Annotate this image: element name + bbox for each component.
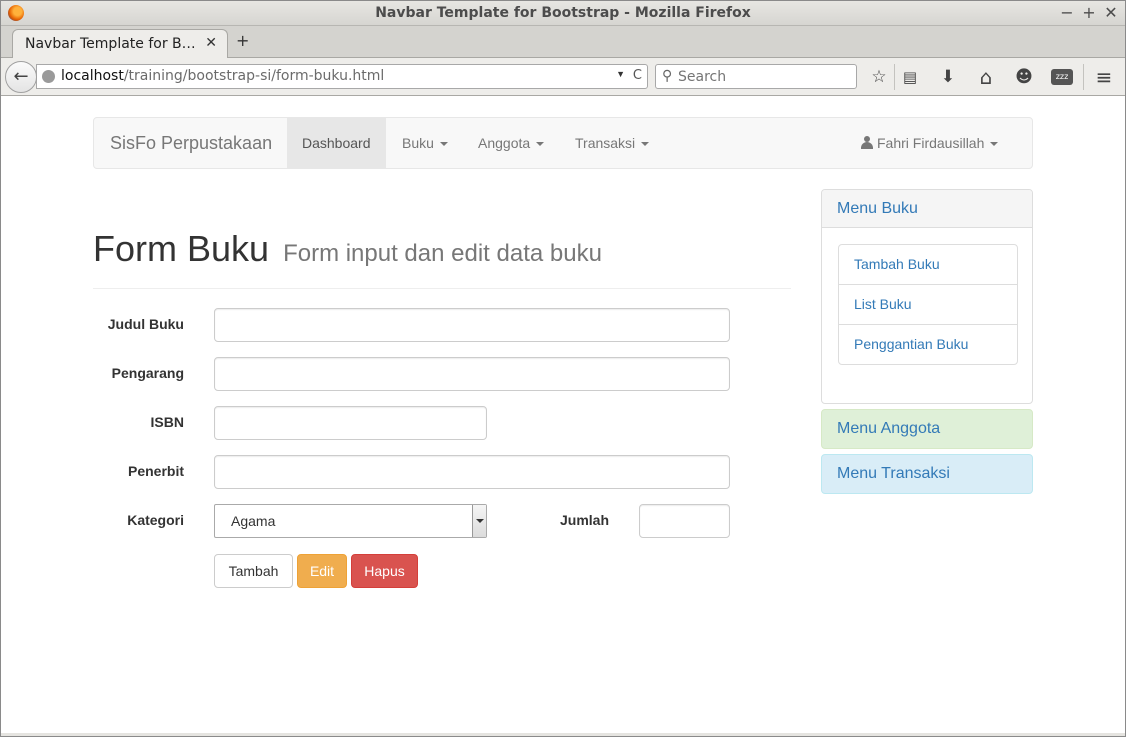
tab-close-icon[interactable]: ✕ xyxy=(205,35,217,51)
kategori-select[interactable]: Agama xyxy=(214,504,487,538)
search-input[interactable] xyxy=(678,67,848,86)
kategori-selected-value: Agama xyxy=(231,513,276,529)
window-bottom-strip xyxy=(0,733,1126,737)
nav-label: Dashboard xyxy=(302,135,371,151)
page-title-text: Form Buku xyxy=(93,228,270,269)
menu-anggota-panel: Menu Anggota xyxy=(821,409,1033,449)
globe-icon xyxy=(42,70,55,83)
close-window-button[interactable]: ✕ xyxy=(1103,3,1119,22)
menu-icon[interactable]: ≡ xyxy=(1093,66,1115,88)
sleep-icon[interactable]: zzz xyxy=(1051,69,1073,85)
hapus-button[interactable]: Hapus xyxy=(351,554,418,588)
bookmark-star-icon[interactable]: ☆ xyxy=(868,66,890,88)
jumlah-label: Jumlah xyxy=(559,512,609,528)
maximize-button[interactable]: + xyxy=(1081,3,1097,22)
menu-buku-list: Tambah Buku List Buku Penggantian Buku xyxy=(838,244,1018,365)
url-text[interactable]: localhost/training/bootstrap-si/form-buk… xyxy=(61,68,384,84)
menu-buku-heading[interactable]: Menu Buku xyxy=(822,190,1032,228)
page-header: Form Buku Form input dan edit data buku xyxy=(93,225,791,289)
url-bar[interactable]: localhost/training/bootstrap-si/form-buk… xyxy=(36,64,648,89)
url-host: localhost xyxy=(61,68,124,84)
nav-item-dashboard[interactable]: Dashboard xyxy=(287,118,386,168)
tambah-button[interactable]: Tambah xyxy=(214,554,293,588)
menu-transaksi-heading[interactable]: Menu Transaksi xyxy=(822,455,1032,493)
menu-anggota-heading[interactable]: Menu Anggota xyxy=(822,410,1032,448)
jumlah-input[interactable] xyxy=(639,504,730,538)
edit-button[interactable]: Edit xyxy=(297,554,347,588)
nav-label: Anggota xyxy=(478,135,531,151)
page-subtitle: Form input dan edit data buku xyxy=(283,240,602,267)
user-menu[interactable]: Fahri Firdausillah xyxy=(846,118,1013,168)
nav-item-buku[interactable]: Buku xyxy=(387,118,463,168)
minimize-button[interactable]: − xyxy=(1059,3,1075,22)
kategori-label: Kategori xyxy=(127,512,184,528)
penerbit-input[interactable] xyxy=(214,455,730,489)
user-icon xyxy=(861,136,873,149)
toolbar-separator xyxy=(894,64,895,90)
browser-toolbar: localhost/training/bootstrap-si/form-buk… xyxy=(0,58,1126,96)
page-viewport: SisFo Perpustakaan Dashboard Buku Anggot… xyxy=(1,97,1125,733)
penerbit-label: Penerbit xyxy=(127,463,184,479)
toolbar-separator xyxy=(1083,64,1084,90)
chat-icon[interactable]: ☻ xyxy=(1013,66,1035,88)
user-name: Fahri Firdausillah xyxy=(877,135,985,151)
list-item-penggantian-buku[interactable]: Penggantian Buku xyxy=(838,324,1018,365)
menu-transaksi-panel: Menu Transaksi xyxy=(821,454,1033,494)
list-item-tambah-buku[interactable]: Tambah Buku xyxy=(838,244,1018,285)
nav-item-transaksi[interactable]: Transaksi xyxy=(560,118,664,168)
nav-label: Transaksi xyxy=(575,135,636,151)
search-icon: ⚲ xyxy=(662,68,673,84)
caret-down-icon xyxy=(536,142,545,147)
tab-strip: Navbar Template for B… ✕ xyxy=(0,26,1126,59)
isbn-input[interactable] xyxy=(214,406,487,440)
caret-down-icon xyxy=(641,142,650,147)
judul-buku-label: Judul Buku xyxy=(107,316,184,332)
reading-list-icon[interactable]: ▤ xyxy=(899,66,921,88)
page-title: Form Buku Form input dan edit data buku xyxy=(93,225,791,278)
nav-item-anggota[interactable]: Anggota xyxy=(463,118,559,168)
new-tab-button[interactable]: + xyxy=(236,31,249,50)
url-dropdown-icon[interactable]: ▼ xyxy=(616,69,625,79)
nav-label: Buku xyxy=(402,135,434,151)
menu-buku-panel: Menu Buku Tambah Buku List Buku Penggant… xyxy=(821,189,1033,404)
judul-buku-input[interactable] xyxy=(214,308,730,342)
pengarang-label: Pengarang xyxy=(111,365,184,381)
url-path: /training/bootstrap-si/form-buku.html xyxy=(123,68,385,84)
browser-tab[interactable]: Navbar Template for B… ✕ xyxy=(12,29,228,59)
isbn-label: ISBN xyxy=(150,414,184,430)
home-icon[interactable]: ⌂ xyxy=(975,66,997,88)
reload-icon[interactable]: C xyxy=(633,68,642,83)
site-navbar: SisFo Perpustakaan Dashboard Buku Anggot… xyxy=(93,117,1033,169)
caret-down-icon xyxy=(439,142,448,147)
navbar-brand[interactable]: SisFo Perpustakaan xyxy=(110,133,272,154)
tab-title: Navbar Template for B… xyxy=(25,36,196,52)
list-item-list-buku[interactable]: List Buku xyxy=(838,284,1018,325)
back-button[interactable]: ← xyxy=(5,61,37,93)
pengarang-input[interactable] xyxy=(214,357,730,391)
caret-down-icon xyxy=(990,142,999,147)
window-titlebar: Navbar Template for Bootstrap - Mozilla … xyxy=(0,0,1126,26)
window-title: Navbar Template for Bootstrap - Mozilla … xyxy=(375,5,751,21)
download-icon[interactable]: ⬇ xyxy=(937,66,959,88)
search-bar[interactable]: ⚲ xyxy=(655,64,857,89)
chevron-down-icon xyxy=(472,505,486,537)
